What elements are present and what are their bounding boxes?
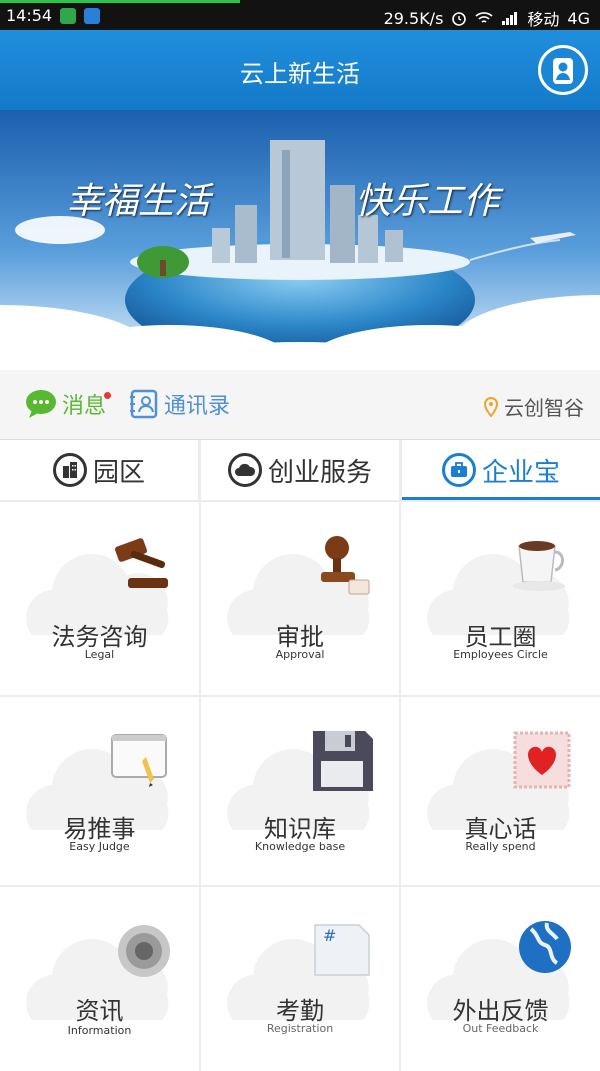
- messages-button[interactable]: 消息: [24, 388, 112, 420]
- alarm-icon: [452, 12, 467, 26]
- floppy-disk-icon: [313, 731, 373, 791]
- feature-grid: 法务咨询 Legal 审批 Approval 员工圈 Employees Cir…: [0, 502, 600, 1071]
- tab-startup-services[interactable]: 创业服务: [201, 440, 399, 500]
- feature-subtitle: Approval: [275, 648, 325, 661]
- feature-title: 易推事: [63, 815, 136, 843]
- contacts-button[interactable]: 通讯录: [128, 388, 230, 420]
- tab-label: 园区: [92, 457, 145, 488]
- wifi-icon: [475, 12, 493, 23]
- signal-icon: [502, 12, 518, 25]
- gavel-icon: [115, 538, 168, 588]
- promo-banner[interactable]: 幸福生活 快乐工作: [0, 110, 600, 370]
- speaker-icon: [118, 925, 170, 977]
- network-speed: 29.5K/s: [383, 8, 444, 28]
- location-pin-icon: [484, 396, 498, 417]
- feature-title: 考勤: [276, 997, 324, 1025]
- feature-really-spend[interactable]: 真心话 Really spend: [401, 697, 600, 885]
- feature-title: 员工圈: [464, 623, 537, 651]
- location-selector[interactable]: 云创智谷: [484, 392, 584, 421]
- feature-out-feedback[interactable]: 外出反馈 Out Feedback: [401, 887, 600, 1071]
- feature-subtitle: Registration: [266, 1022, 334, 1035]
- banner-slogan-left: 幸福生活: [66, 181, 211, 222]
- feature-title: 审批: [276, 623, 324, 651]
- feature-registration[interactable]: # 考勤 Registration: [201, 887, 399, 1071]
- feature-legal[interactable]: 法务咨询 Legal: [0, 502, 199, 695]
- feature-subtitle: Legal: [84, 648, 115, 661]
- network-type: 4G: [567, 8, 590, 28]
- feature-subtitle: Easy Judge: [69, 840, 130, 853]
- building-icon: [52, 453, 87, 487]
- carrier-name: 移动: [527, 10, 560, 29]
- user-profile-button[interactable]: [538, 45, 588, 95]
- user-profile-icon: [553, 58, 573, 84]
- feature-subtitle: Out Feedback: [462, 1022, 539, 1035]
- feature-approval[interactable]: 审批 Approval: [201, 502, 399, 695]
- feature-subtitle: Employees Circle: [453, 648, 548, 661]
- tab-label: 创业服务: [267, 457, 372, 488]
- feature-knowledge-base[interactable]: 知识库 Knowledge base: [201, 697, 399, 885]
- address-book-icon: [130, 389, 158, 419]
- info-bar: 消息 通讯录 云创智谷: [0, 370, 600, 440]
- shield-icon: [60, 7, 77, 24]
- tab-park[interactable]: 园区: [0, 440, 198, 500]
- page-load-progress: [0, 0, 240, 3]
- hashtag-card-icon: #: [314, 924, 370, 976]
- heart-stamp-icon: [513, 731, 571, 789]
- stamp-icon: [321, 536, 370, 595]
- banner-slogan-right: 快乐工作: [355, 181, 500, 222]
- briefcase-icon: [441, 453, 476, 487]
- status-bar: 14:54 29.5K/s 移动 4G: [0, 0, 600, 30]
- feature-title: 知识库: [264, 815, 336, 843]
- tab-label: 企业宝: [481, 457, 560, 488]
- page-title: 云上新生活: [240, 60, 360, 88]
- messages-label: 消息: [62, 394, 107, 419]
- feature-employees-circle[interactable]: 员工圈 Employees Circle: [401, 502, 600, 695]
- banner-image: [0, 110, 600, 370]
- status-time: 14:54: [6, 6, 53, 25]
- feature-information[interactable]: 资讯 Information: [0, 887, 199, 1071]
- svg-text:#: #: [323, 926, 336, 945]
- app-header: 云上新生活: [0, 30, 600, 110]
- cloud-app-icon: [84, 7, 101, 24]
- notepad-pencil-icon: [111, 734, 167, 787]
- chat-bubble-icon: [26, 390, 56, 418]
- location-label: 云创智谷: [504, 396, 584, 420]
- contacts-label: 通讯录: [164, 394, 231, 419]
- category-tabs: 园区 创业服务 企业宝: [0, 440, 600, 500]
- feature-title: 资讯: [75, 997, 124, 1025]
- feature-subtitle: Really spend: [465, 840, 536, 853]
- cloud-icon: [227, 453, 262, 487]
- coffee-cup-icon: [513, 541, 565, 591]
- feature-subtitle: Knowledge base: [254, 840, 346, 853]
- globe-icon: [519, 921, 571, 973]
- tab-enterprise[interactable]: 企业宝: [402, 440, 600, 500]
- feature-title: 真心话: [464, 815, 537, 843]
- feature-title: 外出反馈: [452, 997, 549, 1025]
- feature-subtitle: Information: [67, 1024, 132, 1037]
- feature-title: 法务咨询: [51, 623, 148, 651]
- feature-easy-judge[interactable]: 易推事 Easy Judge: [0, 697, 199, 885]
- unread-dot: [104, 391, 112, 399]
